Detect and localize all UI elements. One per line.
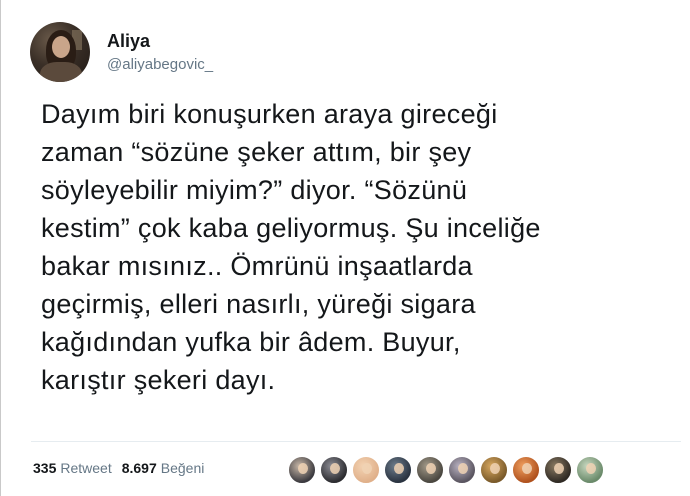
- user-names: Aliya @aliyabegovic_: [107, 30, 213, 75]
- liker-face: [586, 463, 596, 474]
- liker-avatar-3[interactable]: [352, 456, 380, 484]
- tweet-stats: 335 Retweet 8.697 Beğeni: [33, 450, 214, 486]
- like-count-label: Beğeni: [160, 460, 205, 476]
- liker-face: [362, 463, 372, 474]
- tweet-header: Aliya @aliyabegovic_: [30, 20, 213, 84]
- liker-face: [522, 463, 532, 474]
- liker-avatar-6[interactable]: [448, 456, 476, 484]
- liker-avatar-4[interactable]: [384, 456, 412, 484]
- retweet-count-value: 335: [33, 460, 57, 476]
- retweet-count-label: Retweet: [60, 460, 112, 476]
- liker-avatar-7[interactable]: [480, 456, 508, 484]
- user-avatar[interactable]: [30, 22, 90, 82]
- liker-face: [490, 463, 500, 474]
- user-display-name[interactable]: Aliya: [107, 30, 213, 52]
- retweet-count[interactable]: 335 Retweet: [33, 460, 112, 476]
- like-count-value: 8.697: [121, 460, 157, 476]
- avatar-face: [52, 36, 70, 58]
- liker-avatar-9[interactable]: [544, 456, 572, 484]
- liker-face: [458, 463, 468, 474]
- liker-face: [330, 463, 340, 474]
- liker-face: [554, 463, 564, 474]
- liker-avatar-10[interactable]: [576, 456, 604, 484]
- tweet-card: Aliya @aliyabegovic_ Dayım biri konuşurk…: [0, 0, 690, 496]
- avatar-body: [40, 62, 82, 82]
- liker-avatar-2[interactable]: [320, 456, 348, 484]
- user-handle[interactable]: @aliyabegovic_: [107, 55, 213, 75]
- liker-face: [394, 463, 404, 474]
- like-count[interactable]: 8.697 Beğeni: [122, 460, 205, 476]
- liker-avatar-1[interactable]: [288, 456, 316, 484]
- liker-avatar-8[interactable]: [512, 456, 540, 484]
- liker-face: [298, 463, 308, 474]
- liker-avatars: [288, 455, 608, 485]
- stats-divider: [31, 441, 681, 442]
- tweet-text: Dayım biri konuşurken araya gireceği zam…: [41, 99, 541, 395]
- liker-avatar-5[interactable]: [416, 456, 444, 484]
- liker-face: [426, 463, 436, 474]
